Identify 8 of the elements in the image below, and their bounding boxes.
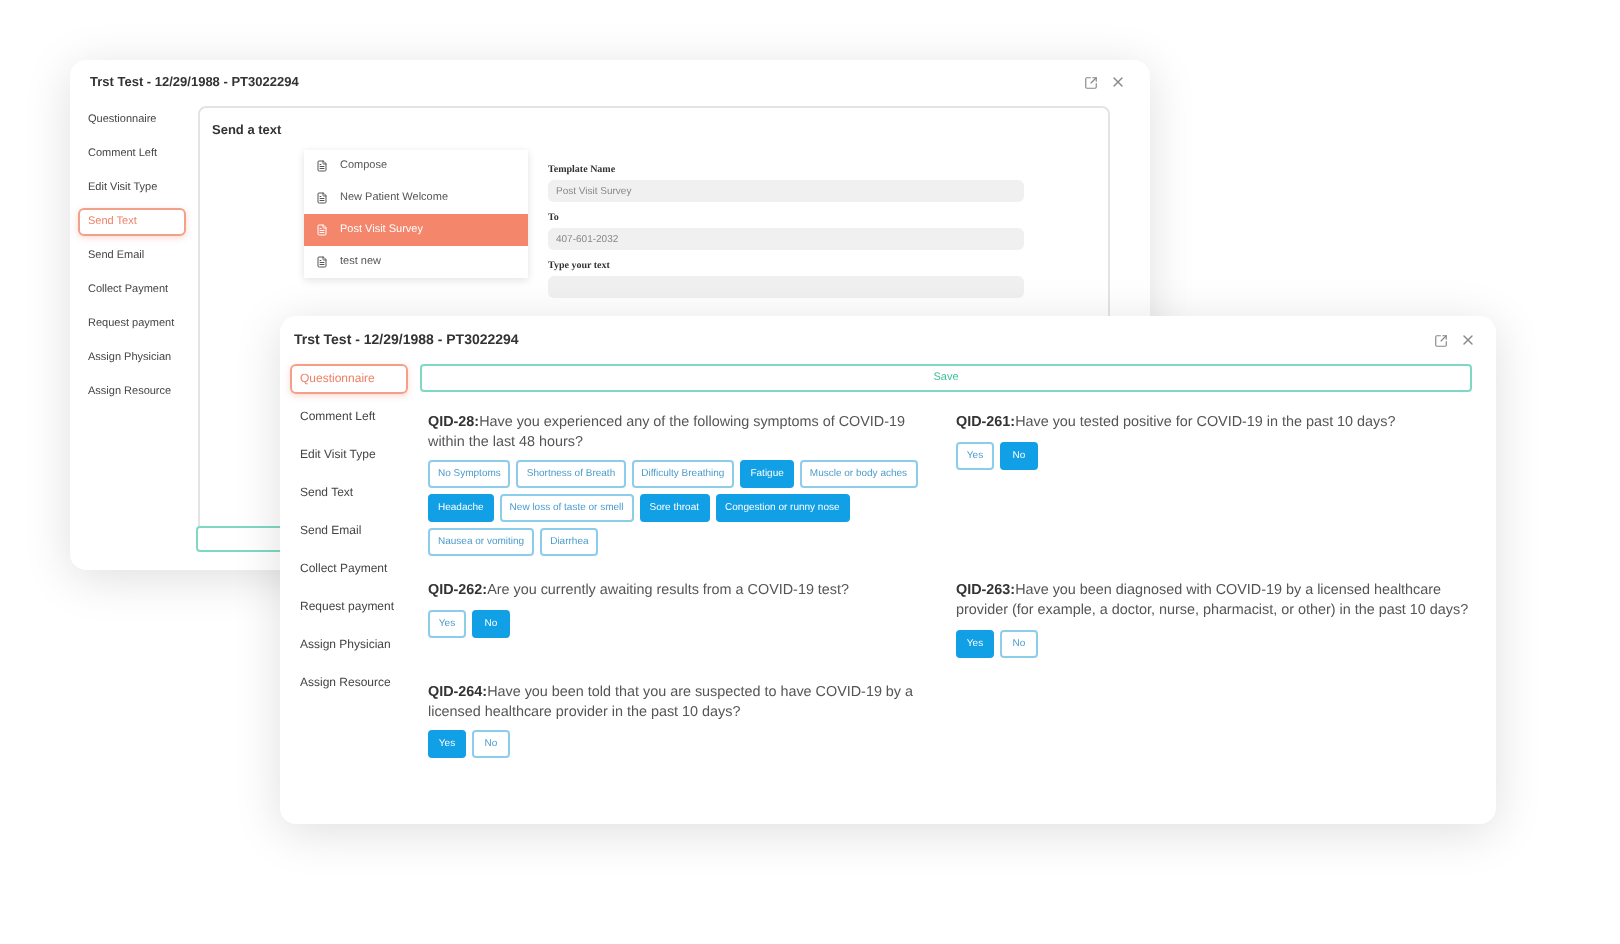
document-icon [316, 256, 328, 268]
document-icon [316, 192, 328, 204]
document-icon [316, 224, 328, 236]
expand-icon[interactable] [1084, 75, 1098, 89]
close-icon[interactable] [1110, 74, 1126, 90]
document-icon [316, 160, 328, 172]
expand-icon[interactable] [1434, 333, 1448, 347]
close-icon[interactable] [1460, 332, 1476, 348]
